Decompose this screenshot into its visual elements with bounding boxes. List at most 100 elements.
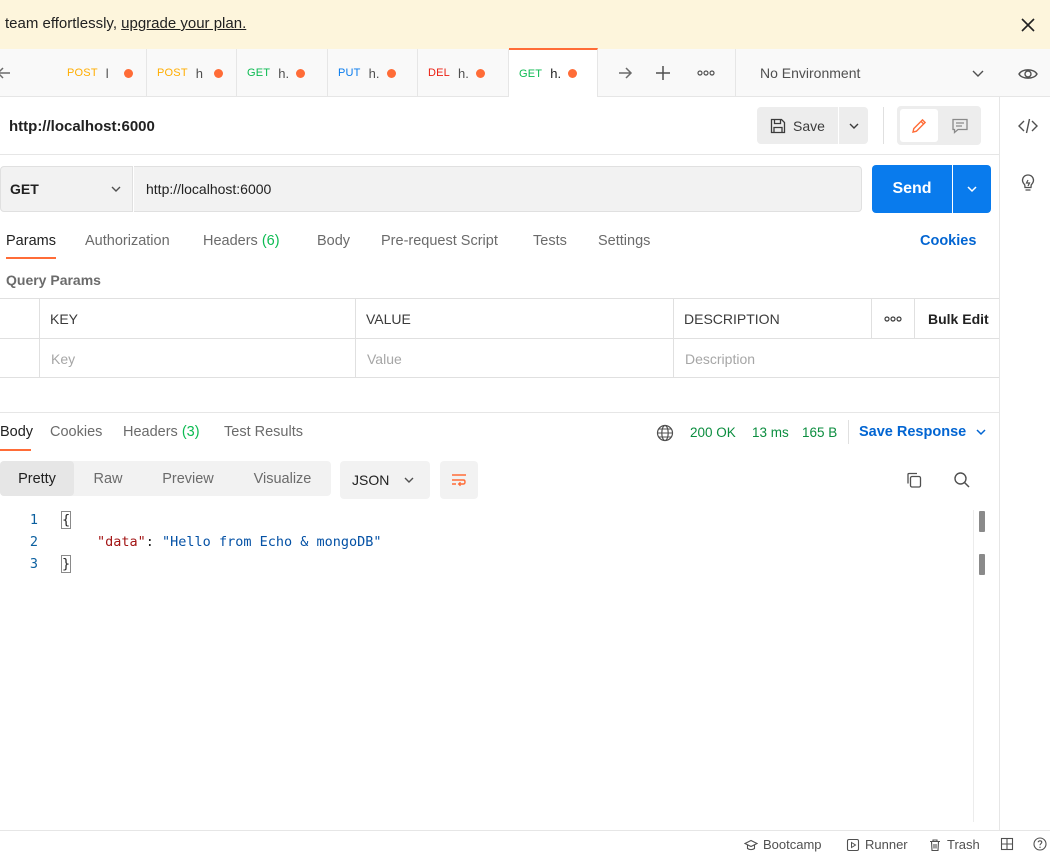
trash-label: Trash: [947, 837, 980, 852]
edit-mode-button[interactable]: [900, 109, 938, 142]
more-options-icon[interactable]: [696, 63, 716, 83]
code-line: 2 "data": "Hello from Echo & mongoDB": [0, 534, 975, 556]
column-options-button[interactable]: [872, 299, 915, 338]
request-tab-6-active[interactable]: GET h.: [509, 48, 598, 97]
table-row: Key Value Description: [0, 338, 999, 378]
response-tab-cookies[interactable]: Cookies: [50, 424, 102, 440]
response-tab-headers[interactable]: Headers (3): [123, 424, 200, 440]
request-title[interactable]: http://localhost:6000: [9, 118, 155, 135]
unsaved-dot-icon: [296, 68, 306, 78]
view-preview-button[interactable]: Preview: [142, 461, 234, 496]
wrap-lines-button[interactable]: [440, 461, 478, 499]
upgrade-plan-link[interactable]: upgrade your plan.: [121, 15, 246, 32]
save-button[interactable]: Save: [757, 107, 838, 144]
request-tab-2[interactable]: POST h: [147, 49, 237, 97]
response-divider[interactable]: [0, 412, 999, 413]
request-tab-3[interactable]: GET h.: [237, 49, 328, 97]
scrollbar-marker[interactable]: [979, 554, 985, 575]
status-bar: Bootcamp Runner Trash: [0, 830, 1050, 855]
send-button[interactable]: Send: [872, 165, 952, 213]
view-pretty-button[interactable]: Pretty: [0, 461, 74, 496]
code-line: 1 {: [0, 511, 975, 534]
active-tab-indicator: [0, 449, 31, 451]
copy-icon[interactable]: [904, 470, 924, 490]
chevron-down-icon: [404, 477, 414, 483]
status-code[interactable]: 200 OK: [690, 425, 736, 440]
tab-method: POST: [67, 67, 98, 79]
search-icon[interactable]: [952, 470, 972, 490]
response-time[interactable]: 13 ms: [752, 425, 789, 440]
description-input[interactable]: Description: [674, 339, 999, 378]
arrow-right-icon[interactable]: [615, 63, 635, 83]
view-visualize-button[interactable]: Visualize: [234, 461, 331, 496]
tab-method: DEL: [428, 67, 450, 79]
send-options-button[interactable]: [953, 165, 991, 213]
code-text: {: [60, 511, 72, 529]
response-format-select[interactable]: JSON: [340, 461, 430, 499]
tab-name: h: [195, 65, 203, 81]
tab-pre-request-script[interactable]: Pre-request Script: [381, 233, 498, 249]
chevron-down-icon: [849, 123, 858, 129]
response-tab-body[interactable]: Body: [0, 424, 33, 440]
unsaved-dot-icon: [568, 69, 578, 78]
save-options-button[interactable]: [839, 107, 868, 144]
code-line: 3 }: [0, 555, 975, 578]
json-key: "data": [97, 534, 146, 550]
value-input[interactable]: Value: [356, 339, 674, 378]
tab-authorization[interactable]: Authorization: [85, 233, 170, 249]
save-icon: [770, 118, 786, 133]
tab-headers-label: Headers: [203, 233, 258, 249]
tab-name: h.: [550, 66, 561, 81]
table-header-row: KEY VALUE DESCRIPTION Bulk Edit: [0, 299, 999, 338]
eye-icon[interactable]: [1017, 63, 1039, 85]
json-separator: :: [145, 534, 163, 550]
checkbox-column-header: [0, 299, 40, 338]
tab-body[interactable]: Body: [317, 233, 350, 249]
two-pane-button[interactable]: [1000, 837, 1014, 851]
help-button[interactable]: [1033, 837, 1047, 851]
url-input[interactable]: http://localhost:6000: [134, 166, 862, 212]
help-icon: [1033, 837, 1047, 851]
json-bracket: }: [60, 555, 72, 573]
tab-headers[interactable]: Headers (6): [203, 233, 280, 249]
scrollbar-marker[interactable]: [979, 511, 985, 532]
response-tab-test-results[interactable]: Test Results: [224, 424, 303, 440]
trash-button[interactable]: Trash: [928, 837, 980, 852]
request-tab-1[interactable]: POST l: [57, 49, 147, 97]
mode-toggle: [897, 106, 981, 145]
runner-button[interactable]: Runner: [846, 837, 908, 852]
lightbulb-icon[interactable]: [1017, 172, 1039, 194]
editor-scrollbar-track[interactable]: [973, 510, 974, 822]
tab-tests[interactable]: Tests: [533, 233, 567, 249]
environment-select[interactable]: No Environment: [748, 49, 998, 97]
response-format-label: JSON: [352, 472, 390, 488]
save-response-button[interactable]: Save Response: [859, 424, 988, 440]
column-header-value: VALUE: [356, 299, 674, 338]
tab-method: PUT: [338, 67, 361, 79]
request-tab-bar: POST l POST h GET h. PUT h. DEL h. GET h…: [0, 48, 1050, 97]
unsaved-dot-icon: [213, 68, 223, 78]
globe-icon[interactable]: [656, 424, 674, 442]
comment-mode-button[interactable]: [941, 109, 979, 142]
key-input[interactable]: Key: [40, 339, 356, 378]
request-tab-5[interactable]: DEL h.: [418, 49, 509, 97]
bulk-edit-cell: Bulk Edit: [915, 299, 999, 338]
arrow-left-icon[interactable]: [0, 63, 14, 83]
tab-settings[interactable]: Settings: [598, 233, 650, 249]
tab-name: h.: [368, 65, 379, 81]
response-size[interactable]: 165 B: [802, 425, 837, 440]
http-method-label: GET: [10, 181, 39, 197]
unsaved-dot-icon: [476, 68, 485, 78]
code-icon[interactable]: [1017, 115, 1039, 137]
bulk-edit-button[interactable]: Bulk Edit: [928, 311, 989, 327]
tab-params[interactable]: Params: [6, 233, 56, 249]
plus-icon[interactable]: [653, 63, 673, 83]
http-method-select[interactable]: GET: [0, 166, 133, 212]
comment-icon: [952, 118, 968, 134]
request-tab-4[interactable]: PUT h.: [328, 49, 418, 97]
view-raw-button[interactable]: Raw: [74, 461, 142, 496]
save-button-group: Save: [757, 107, 868, 144]
cookies-link[interactable]: Cookies: [920, 233, 976, 249]
bootcamp-button[interactable]: Bootcamp: [744, 837, 822, 852]
close-icon[interactable]: [1018, 15, 1038, 35]
